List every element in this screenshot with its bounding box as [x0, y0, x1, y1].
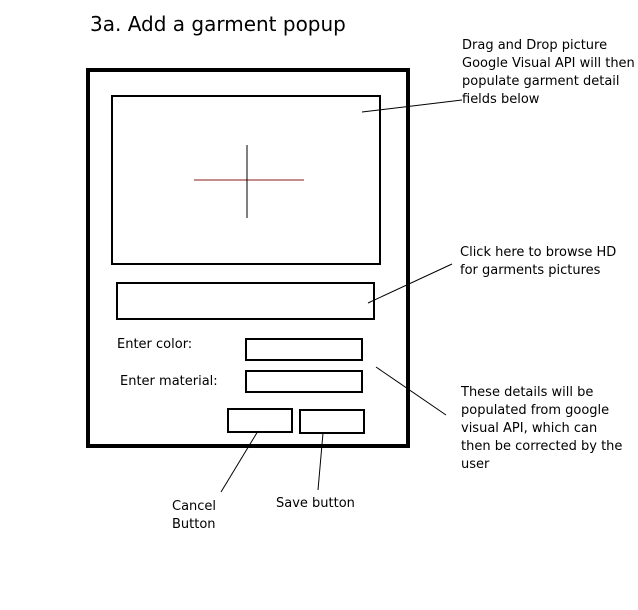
- browse-annotation: Click here to browse HD for garments pic…: [460, 245, 617, 278]
- drop-annotation: Drag and Drop picture Google Visual API …: [462, 38, 635, 107]
- cancel-button[interactable]: [227, 408, 293, 433]
- cancel-annotation: Cancel Button: [172, 499, 217, 532]
- browse-files-button[interactable]: [116, 282, 375, 320]
- color-input[interactable]: [245, 338, 363, 361]
- page-title: 3a. Add a garment popup: [90, 12, 346, 36]
- material-input[interactable]: [245, 370, 363, 393]
- save-annotation: Save button: [276, 496, 355, 511]
- details-annotation: These details will be populated from goo…: [461, 385, 623, 472]
- material-label: Enter material:: [120, 374, 218, 389]
- save-button[interactable]: [299, 409, 365, 434]
- picture-drop-zone[interactable]: [111, 95, 381, 265]
- color-label: Enter color:: [117, 337, 193, 352]
